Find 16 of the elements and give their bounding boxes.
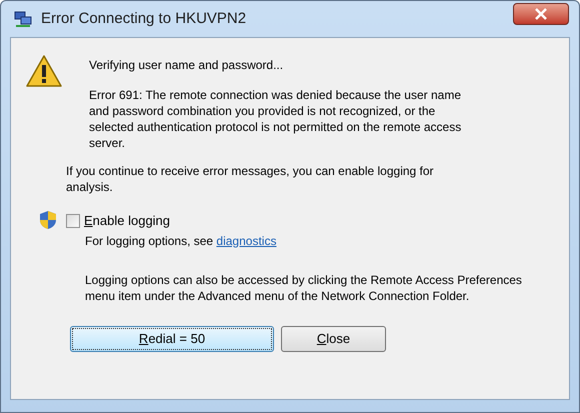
logging-checkbox[interactable] [66, 214, 80, 228]
dialog-button[interactable]: Close [281, 326, 386, 352]
warning-icon [25, 54, 63, 88]
window-title: Error Connecting to HKUVPN2 [41, 8, 246, 29]
diagnostics-link[interactable]: diagnostics [216, 234, 276, 248]
error-message: Error 691: The remote connection was denied because the user name and password combination you provided is not recognized, or the selected authentication protocol is not permitted on the remote access server. [89, 87, 462, 151]
note-text: Logging options can also be accessed by clicking the Remote Access Preferences menu item under the Advanced menu of the Network Connection Folder. [85, 272, 523, 304]
close-icon [534, 8, 548, 20]
status-text: Verifying user name and password... [89, 57, 284, 74]
dialog-button[interactable]: Redial = 50 [70, 326, 274, 352]
close-button[interactable] [513, 3, 569, 25]
logging-options-text: For logging options, see [85, 234, 214, 248]
hint-text: If you continue to receive error messages, you can enable logging for analysis. [66, 163, 435, 195]
shield-icon [39, 210, 57, 230]
checkbox-label[interactable]: Enable logging [84, 211, 170, 230]
network-icon [13, 9, 33, 29]
